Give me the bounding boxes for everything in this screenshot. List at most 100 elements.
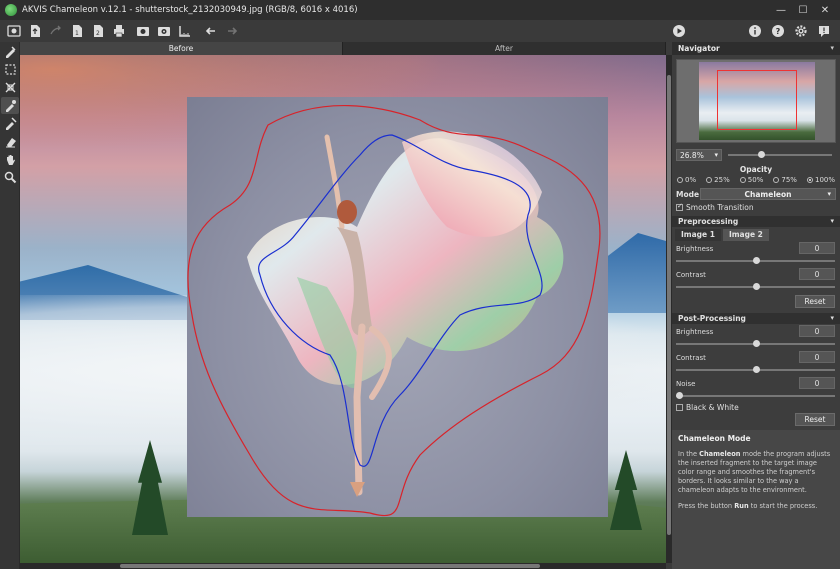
scrollbar-thumb[interactable] <box>667 75 671 535</box>
tab-after[interactable]: After <box>343 42 666 55</box>
load-selection-icon[interactable] <box>133 22 153 40</box>
help-icon[interactable]: ? <box>768 22 788 40</box>
tab-image-2[interactable]: Image 2 <box>722 229 769 241</box>
brightness-field[interactable]: 0 <box>799 242 835 254</box>
remove-pencil-icon[interactable] <box>1 115 19 132</box>
open-background-icon[interactable]: 2 <box>88 22 108 40</box>
help-title: Chameleon Mode <box>678 434 751 443</box>
checkbox-icon[interactable] <box>676 404 683 411</box>
close-icon[interactable]: ✕ <box>816 2 834 18</box>
brightness-slider[interactable] <box>676 257 835 264</box>
hand-icon[interactable] <box>1 151 19 168</box>
param-label: Contrast <box>676 271 706 279</box>
brightness-slider[interactable] <box>676 340 835 347</box>
opacity-75[interactable]: 75% <box>773 176 797 184</box>
zoom-icon[interactable] <box>1 169 19 186</box>
brightness-field[interactable]: 0 <box>799 325 835 337</box>
settings-icon[interactable] <box>791 22 811 40</box>
open-image-icon[interactable] <box>25 22 45 40</box>
navigator-view-rect[interactable] <box>717 70 797 130</box>
contrast-slider[interactable] <box>676 283 835 290</box>
run-icon[interactable] <box>670 22 688 40</box>
contrast-field[interactable]: 0 <box>799 351 835 363</box>
transform-icon[interactable] <box>1 79 19 96</box>
param-label: Brightness <box>676 245 714 253</box>
help-paragraph: In the Chameleon mode the program adjust… <box>678 450 834 495</box>
postprocessing-reset-button[interactable]: Reset <box>795 413 835 426</box>
minimize-icon[interactable]: — <box>772 2 790 18</box>
postprocessing-header[interactable]: Post-Processing ▾ <box>672 313 840 324</box>
zoom-select[interactable]: 26.8% <box>676 149 722 161</box>
section-title: Post-Processing <box>678 314 746 323</box>
feedback-icon[interactable] <box>814 22 834 40</box>
preprocessing-reset-button[interactable]: Reset <box>795 295 835 308</box>
navigator-header[interactable]: Navigator ▾ <box>672 42 840 55</box>
black-white-checkbox[interactable]: Black & White <box>672 402 840 412</box>
remove-outline-red <box>187 104 601 517</box>
help-text: In the <box>678 450 700 458</box>
help-text-bold: Chameleon <box>699 450 741 458</box>
help-panel: Chameleon Mode In the Chameleon mode the… <box>672 430 840 569</box>
slider-knob[interactable] <box>676 392 683 399</box>
contrast-field[interactable]: 0 <box>799 268 835 280</box>
pre-brightness: Brightness 0 <box>672 241 840 267</box>
slider-knob[interactable] <box>758 151 765 158</box>
tool-bar <box>0 42 20 569</box>
opacity-options: 0% 25% 50% 75% 100% <box>672 174 840 184</box>
home-icon[interactable] <box>4 22 24 40</box>
svg-text:?: ? <box>776 27 781 36</box>
save-selection-icon[interactable] <box>154 22 174 40</box>
chevron-down-icon[interactable]: ▾ <box>830 313 834 324</box>
zoom-slider[interactable] <box>728 151 832 158</box>
radio-label: 100% <box>814 176 835 184</box>
view-tabs: Before After <box>20 42 666 55</box>
scrollbar-thumb[interactable] <box>120 564 540 568</box>
slider-knob[interactable] <box>753 340 760 347</box>
fragment-brush-icon[interactable] <box>1 43 19 60</box>
print-icon[interactable] <box>109 22 129 40</box>
param-label: Contrast <box>676 354 706 362</box>
opacity-25[interactable]: 25% <box>706 176 730 184</box>
tab-image-1[interactable]: Image 1 <box>675 229 721 241</box>
chevron-down-icon[interactable]: ▾ <box>830 216 834 227</box>
chevron-down-icon[interactable]: ▾ <box>830 42 834 55</box>
keep-pencil-icon[interactable] <box>1 97 19 114</box>
checkbox-icon[interactable] <box>676 202 683 211</box>
mode-select[interactable]: Chameleon <box>700 188 836 200</box>
open-fragment-icon[interactable]: 1 <box>67 22 87 40</box>
param-label: Brightness <box>676 328 714 336</box>
share-icon[interactable] <box>46 22 66 40</box>
horizontal-scrollbar[interactable] <box>20 563 666 569</box>
image-canvas[interactable] <box>20 55 666 563</box>
redo-icon[interactable] <box>222 22 242 40</box>
svg-text:2: 2 <box>96 30 100 37</box>
radio-label: 25% <box>714 176 730 184</box>
slider-knob[interactable] <box>753 366 760 373</box>
navigator-preview[interactable] <box>676 59 836 143</box>
slider-knob[interactable] <box>753 257 760 264</box>
smooth-transition-checkbox[interactable]: Smooth Transition <box>672 200 840 212</box>
tab-before[interactable]: Before <box>20 42 343 55</box>
opacity-0[interactable]: 0% <box>677 176 696 184</box>
help-text-bold: Run <box>734 502 749 510</box>
eraser-icon[interactable] <box>1 133 19 150</box>
slider-knob[interactable] <box>753 283 760 290</box>
ruler-icon[interactable] <box>175 22 195 40</box>
contrast-slider[interactable] <box>676 366 835 373</box>
opacity-100[interactable]: 100% <box>806 176 835 184</box>
radio-icon <box>706 177 713 183</box>
radio-selected-icon <box>806 177 813 183</box>
opacity-50[interactable]: 50% <box>739 176 764 184</box>
maximize-icon[interactable]: ☐ <box>794 2 812 18</box>
selection-tool-icon[interactable] <box>1 61 19 78</box>
preprocessing-header[interactable]: Preprocessing ▾ <box>672 216 840 227</box>
help-paragraph: Press the button Run to start the proces… <box>678 502 834 511</box>
noise-field[interactable]: 0 <box>799 377 835 389</box>
info-icon[interactable] <box>745 22 765 40</box>
noise-slider[interactable] <box>676 392 835 399</box>
section-title: Preprocessing <box>678 217 739 226</box>
undo-icon[interactable] <box>201 22 221 40</box>
selection-outlines <box>187 104 601 517</box>
settings-panel: Navigator ▾ 26.8% Opacity 0% 25% 50% 75% … <box>672 42 840 569</box>
radio-label: 50% <box>747 176 764 184</box>
